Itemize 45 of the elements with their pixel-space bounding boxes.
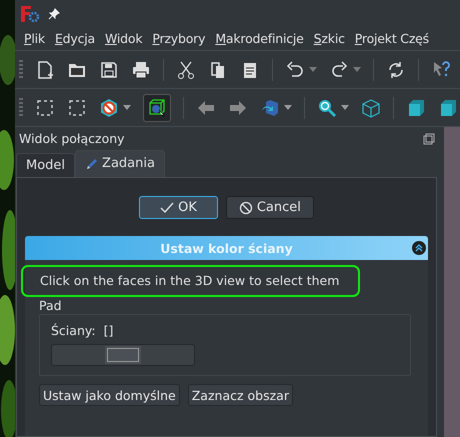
undo-icon[interactable] xyxy=(285,60,305,80)
cube-arrow-icon[interactable] xyxy=(260,98,280,118)
cube-wire-icon[interactable] xyxy=(361,98,381,118)
action-button[interactable]: Ustaw jako domyślne xyxy=(39,384,180,406)
caret-icon[interactable] xyxy=(309,67,317,72)
group-title: Pad xyxy=(39,298,63,313)
collapse-icon[interactable] xyxy=(412,241,426,255)
cancel-icon xyxy=(238,200,253,214)
dialog-button[interactable]: Cancel xyxy=(226,196,314,219)
menu-item[interactable]: Widok xyxy=(104,31,142,46)
tab[interactable]: Zadania xyxy=(75,150,165,177)
menu-item[interactable]: Przybory xyxy=(152,31,206,46)
menu-item[interactable]: Plik xyxy=(24,31,45,46)
no-sign-icon[interactable] xyxy=(99,98,119,118)
save-icon[interactable] xyxy=(99,60,119,80)
action-button[interactable]: Zaznacz obszar xyxy=(188,384,293,406)
caret-icon[interactable] xyxy=(123,105,131,110)
caret-icon[interactable] xyxy=(353,67,361,72)
caret-icon[interactable] xyxy=(341,105,349,110)
menu-item[interactable]: Edycja xyxy=(54,31,95,46)
color-button[interactable] xyxy=(51,344,195,366)
menu-item[interactable]: Makrodefinicje xyxy=(215,31,304,46)
box-select-icon[interactable] xyxy=(35,98,55,118)
section-title: Ustaw kolor ściany xyxy=(160,240,293,256)
zoom-icon[interactable] xyxy=(317,98,337,118)
box-select-icon[interactable] xyxy=(67,98,87,118)
cube-icon[interactable] xyxy=(438,98,458,118)
caret-icon[interactable] xyxy=(284,105,292,110)
cube-pointer-icon xyxy=(147,98,167,118)
cut-icon[interactable] xyxy=(176,60,196,80)
pin-icon[interactable] xyxy=(48,8,60,20)
tab[interactable]: Model xyxy=(16,153,76,177)
print-icon[interactable] xyxy=(131,60,151,80)
instruction-text: Click on the faces in the 3D view to select them xyxy=(21,265,360,297)
app-logo-icon xyxy=(20,4,42,22)
dialog-button[interactable]: OK xyxy=(139,196,218,219)
cube-icon[interactable] xyxy=(406,98,426,118)
check-icon xyxy=(160,202,174,214)
faces-value: [] xyxy=(104,323,114,338)
panel-title: Widok połączony xyxy=(19,131,125,146)
cube-select-button[interactable] xyxy=(143,94,171,122)
menu-item[interactable]: Szkic xyxy=(314,31,345,46)
menu-item[interactable]: Projekt Częś xyxy=(354,31,429,46)
float-icon[interactable] xyxy=(423,132,435,144)
faces-label: Ściany: xyxy=(51,323,96,338)
